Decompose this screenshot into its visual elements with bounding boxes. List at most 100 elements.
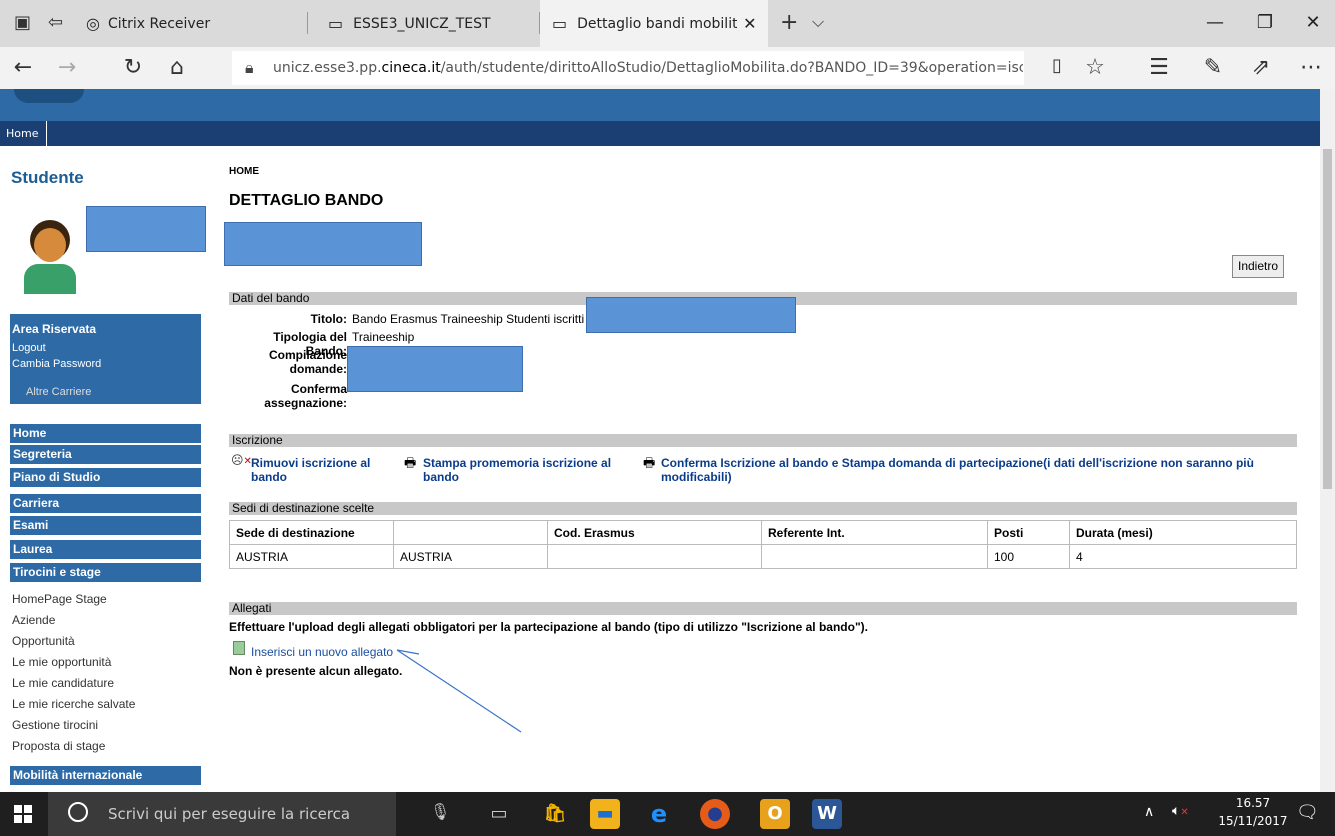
home-icon[interactable]: ⌂ xyxy=(162,55,192,80)
reading-view-icon[interactable]: ▯ xyxy=(1042,55,1072,76)
main-content: HOME DETTAGLIO BANDO Indietro Dati del b… xyxy=(211,146,1320,792)
menu-home[interactable]: Home xyxy=(10,424,201,443)
tab-citrix[interactable]: ◎ Citrix Receiver xyxy=(78,0,308,47)
remove-subscription-link[interactable]: Rimuovi iscrizione al bando xyxy=(251,456,370,484)
page-scrollbar[interactable] xyxy=(1320,89,1335,792)
printer-icon: 🖶︎ xyxy=(404,455,417,470)
submenu-opportunita[interactable]: Opportunità xyxy=(12,634,75,648)
action-center-icon[interactable]: 🗨︎ xyxy=(1296,802,1319,823)
redacted-dates xyxy=(347,346,523,392)
confirm-label-2: assegnazione: xyxy=(264,396,347,410)
back-button[interactable]: Indietro xyxy=(1232,255,1285,278)
tab-esse3[interactable]: ▭ ESSE3_UNICZ_TEST xyxy=(318,0,540,47)
breadcrumb[interactable]: HOME xyxy=(229,166,259,177)
allegati-instructions: Effettuare l'upload degli allegati obbli… xyxy=(229,620,868,634)
confirm-subscription-link[interactable]: Conferma Iscrizione al bando e Stampa do… xyxy=(661,456,1281,484)
favorites-hub-icon[interactable]: ☰ xyxy=(1144,55,1174,80)
firefox-icon[interactable]: ● xyxy=(700,799,730,829)
citrix-icon: ◎ xyxy=(86,14,100,33)
tray-chevron-icon[interactable]: ∧ xyxy=(1144,804,1154,820)
submenu-gestione-tirocini[interactable]: Gestione tirocini xyxy=(12,718,98,732)
tab-manager-icon[interactable]: ▣ xyxy=(14,12,31,33)
store-icon[interactable]: 🛍︎ xyxy=(540,799,570,829)
other-careers-link[interactable]: Altre Carriere xyxy=(26,386,91,398)
microphone-icon[interactable]: 🎙︎ xyxy=(430,802,450,821)
section-iscrizione: Iscrizione xyxy=(229,434,1297,447)
submenu-candidature[interactable]: Le mie candidature xyxy=(12,676,114,690)
nav-home-link[interactable]: Home xyxy=(6,121,48,146)
minimize-icon[interactable]: — xyxy=(1200,12,1230,33)
scrollbar-thumb[interactable] xyxy=(1323,149,1332,489)
col-header-posti: Posti xyxy=(987,520,1070,545)
reserved-area-title: Area Riservata xyxy=(12,322,97,336)
title-label: Titolo: xyxy=(310,312,347,326)
menu-tirocini[interactable]: Tirocini e stage xyxy=(10,563,201,582)
word-icon[interactable]: W xyxy=(812,799,842,829)
page-title: DETTAGLIO BANDO xyxy=(229,192,384,209)
cell-cod-erasmus xyxy=(547,544,762,569)
more-icon[interactable]: ⋯ xyxy=(1296,55,1326,80)
file-explorer-icon[interactable]: ▬ xyxy=(590,799,620,829)
clock-time[interactable]: 16.57 xyxy=(1218,796,1288,810)
change-password-link[interactable]: Cambia Password xyxy=(12,358,101,370)
submenu-proposta-stage[interactable]: Proposta di stage xyxy=(12,739,105,753)
new-tab-icon[interactable]: + xyxy=(780,10,798,35)
tab-label: ESSE3_UNICZ_TEST xyxy=(353,15,491,32)
submenu-mie-opportunita[interactable]: Le mie opportunità xyxy=(12,655,111,669)
outlook-icon[interactable]: O xyxy=(760,799,790,829)
windows-start-icon[interactable] xyxy=(14,805,32,823)
site-header xyxy=(0,89,1320,121)
menu-carriera[interactable]: Carriera xyxy=(10,494,201,513)
logout-link[interactable]: Logout xyxy=(12,342,46,354)
tab-dettaglio[interactable]: ▭ Dettaglio bandi mobilità ✕ xyxy=(540,0,768,47)
menu-segreteria[interactable]: Segreteria xyxy=(10,445,201,464)
compile-label-1: Compilazione xyxy=(268,348,347,362)
cell-posti: 100 xyxy=(987,544,1070,569)
forward-icon[interactable]: → xyxy=(52,55,82,80)
menu-laurea[interactable]: Laurea xyxy=(10,540,201,559)
url-field[interactable]: 🔒︎ unicz.esse3.pp. cineca.it/auth/student… xyxy=(232,51,1024,85)
print-reminder-link[interactable]: Stampa promemoria iscrizione al bando xyxy=(423,456,611,484)
chevron-down-icon[interactable]: ⌵ xyxy=(812,12,824,32)
remove-link-line1: Rimuovi iscrizione al xyxy=(251,456,371,470)
redacted-block xyxy=(224,222,422,266)
task-view-icon[interactable]: ▭ xyxy=(484,799,514,829)
close-icon[interactable]: ✕ xyxy=(743,14,756,33)
page-icon: ▭ xyxy=(328,14,344,33)
refresh-icon[interactable]: ↻ xyxy=(118,55,148,80)
page-icon: ▭ xyxy=(552,14,568,33)
taskbar-search[interactable]: Scrivi qui per eseguire la ricerca 🎙︎ xyxy=(48,792,450,836)
tab-label: Citrix Receiver xyxy=(107,15,211,32)
clock-date[interactable]: 15/11/2017 xyxy=(1218,814,1288,828)
favorite-star-icon[interactable]: ☆ xyxy=(1080,55,1110,80)
web-note-icon[interactable]: ✎ xyxy=(1198,55,1228,80)
compile-label-2: domande: xyxy=(289,362,347,376)
menu-mobilita[interactable]: Mobilità internazionale xyxy=(10,766,201,785)
col-header-referente: Referente Int. xyxy=(761,520,988,545)
tab-label: Dettaglio bandi mobilità xyxy=(577,15,738,32)
tab-back-icon[interactable]: ⇦ xyxy=(48,12,63,33)
lock-icon: 🔒︎ xyxy=(245,58,254,77)
col-header-durata: Durata (mesi) xyxy=(1069,520,1297,545)
submenu-aziende[interactable]: Aziende xyxy=(12,613,55,627)
close-window-icon[interactable]: ✕ xyxy=(1298,12,1328,33)
submenu-ricerche[interactable]: Le mie ricerche salvate xyxy=(12,697,135,711)
maximize-icon[interactable]: ❐ xyxy=(1250,12,1280,33)
section-allegati: Allegati xyxy=(229,602,1297,615)
reserved-area: Area Riservata Logout Cambia Password Al… xyxy=(10,314,201,404)
sidebar: Studente Area Riservata Logout Cambia Pa… xyxy=(0,146,211,792)
share-icon[interactable]: ⇗ xyxy=(1246,55,1276,80)
back-icon[interactable]: ← xyxy=(8,55,38,80)
title-value: Bando Erasmus Traineeship Studenti iscri… xyxy=(352,312,585,326)
submenu-homepage-stage[interactable]: HomePage Stage xyxy=(12,592,107,606)
confirm-label-1: Conferma xyxy=(290,382,347,396)
print-link-line1: Stampa promemoria iscrizione al xyxy=(423,456,612,470)
add-attachment-link[interactable]: Inserisci un nuovo allegato xyxy=(251,645,393,659)
menu-piano-studio[interactable]: Piano di Studio xyxy=(10,468,201,487)
menu-esami[interactable]: Esami xyxy=(10,516,201,535)
edge-icon[interactable]: e xyxy=(644,799,674,829)
sidebar-title: Studente xyxy=(11,168,84,187)
no-attachment-text: Non è presente alcun allegato. xyxy=(229,664,403,678)
search-placeholder: Scrivi qui per eseguire la ricerca xyxy=(108,805,351,823)
volume-muted-icon[interactable]: 🔈︎✕ xyxy=(1172,803,1189,819)
